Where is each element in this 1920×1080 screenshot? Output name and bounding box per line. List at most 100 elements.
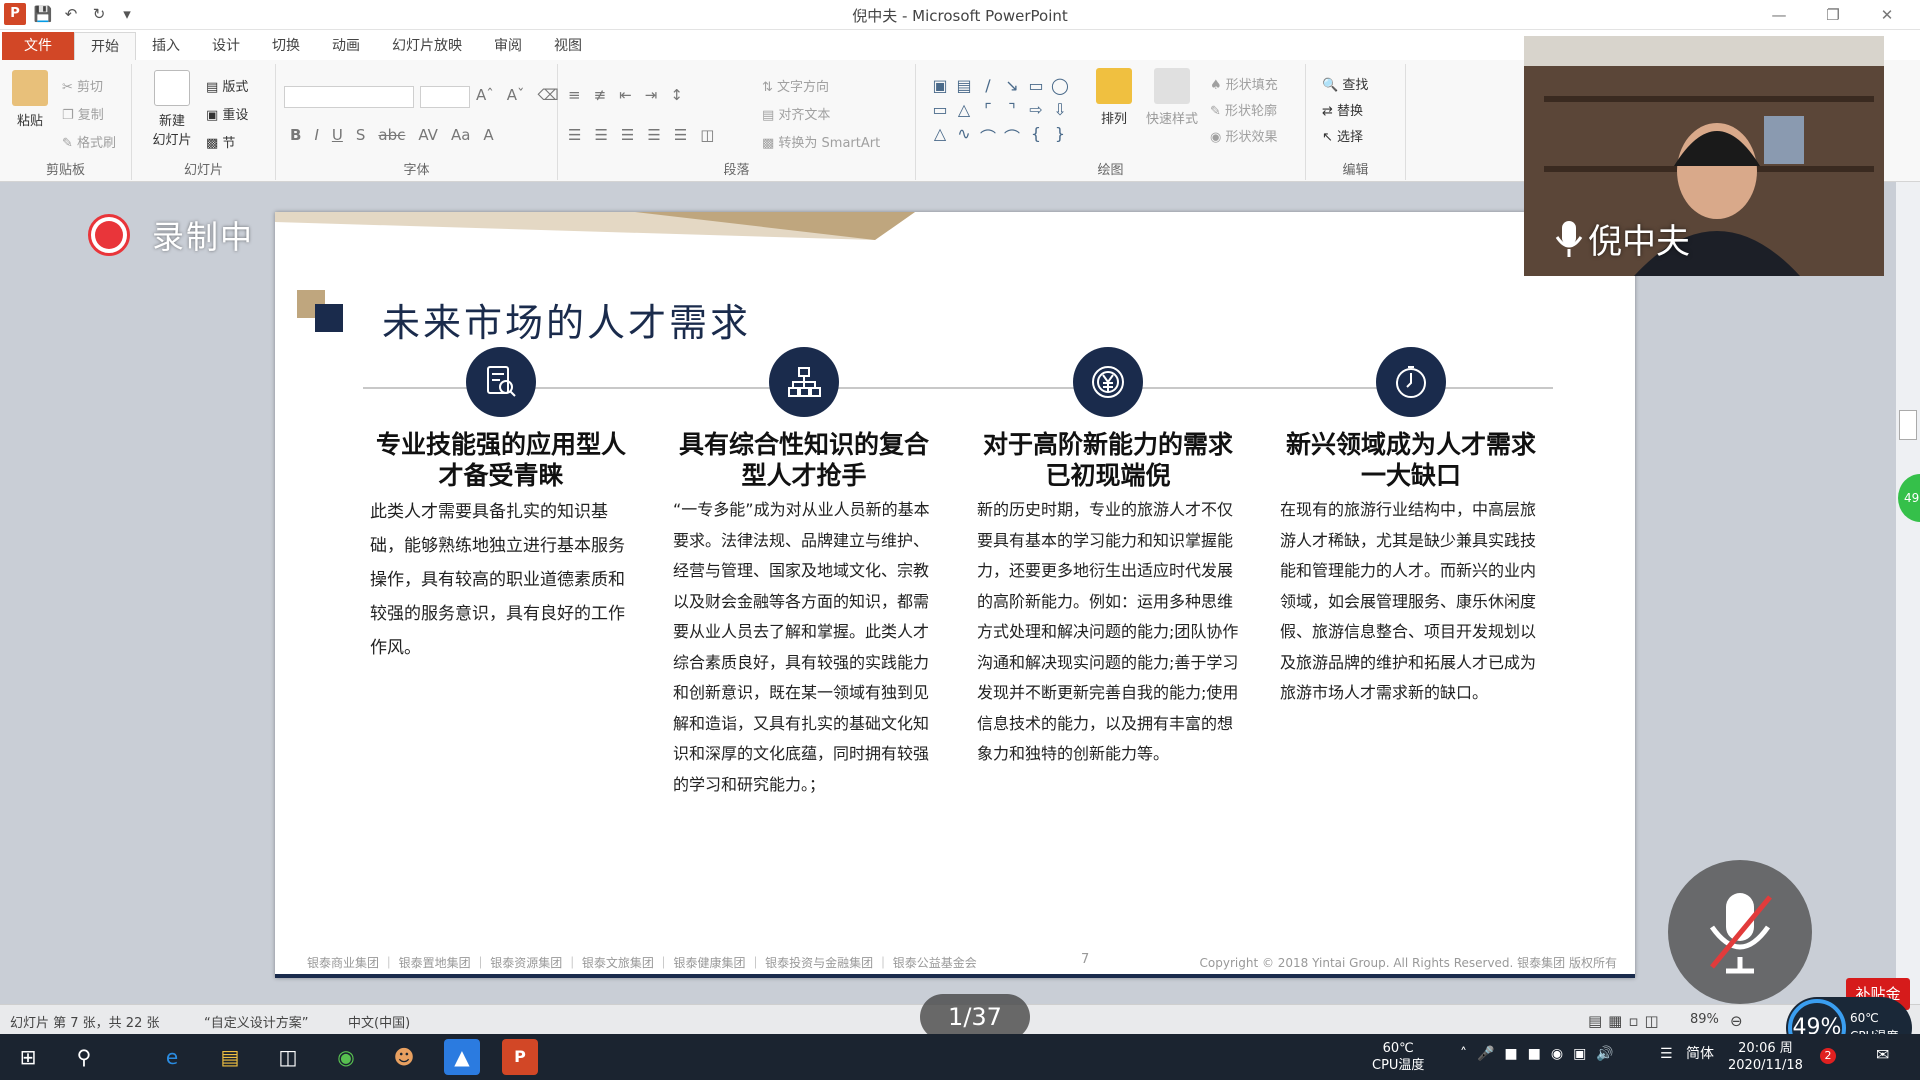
layout-button[interactable]: ▤ 版式 — [206, 76, 248, 95]
zoom-level[interactable]: 89% — [1690, 1012, 1719, 1027]
action-center-icon[interactable]: ✉ — [1876, 1046, 1889, 1063]
webcam-name: 倪中夫 — [1554, 214, 1690, 263]
column-heading: 对于高阶新能力的需求已初现端倪 — [982, 430, 1233, 490]
column-body: 此类人才需要具备扎实的知识基础，能够熟练地独立进行基本服务操作，具有较高的职业道… — [370, 502, 625, 658]
column-heading: 新兴领域成为人才需求一大缺口 — [1285, 430, 1536, 490]
browser-green-icon[interactable]: ◉ — [328, 1039, 364, 1075]
justify-icon[interactable]: ☰ — [647, 126, 660, 144]
paste-icon — [12, 70, 48, 106]
group-label: 编辑 — [1342, 163, 1369, 178]
numbering-icon[interactable]: ≢ — [594, 86, 607, 104]
arrange-button[interactable]: 排列 — [1088, 68, 1140, 127]
store-icon[interactable]: ◫ — [270, 1039, 306, 1075]
quick-styles-button[interactable]: 快速样式 — [1142, 68, 1202, 127]
minimize-button[interactable]: — — [1752, 2, 1806, 28]
wifi-icon[interactable]: ☰ — [1660, 1046, 1673, 1063]
reset-button[interactable]: ▣ 重设 — [206, 104, 248, 123]
line-spacing-icon[interactable]: ↕ — [670, 86, 683, 104]
change-case-icon[interactable]: Aa — [451, 126, 470, 144]
align-left-icon[interactable]: ☰ — [568, 126, 581, 144]
clear-format-icon[interactable]: ⌫ — [538, 86, 559, 104]
language[interactable]: 中文(中国) — [348, 1012, 410, 1031]
recording-label: 录制中 — [152, 218, 255, 256]
search-icon[interactable]: ⚲ — [66, 1039, 102, 1075]
font-name-combo[interactable] — [284, 86, 414, 108]
bold-icon[interactable]: B — [290, 126, 301, 144]
file-explorer-icon[interactable]: ▤ — [212, 1039, 248, 1075]
align-center-icon[interactable]: ☰ — [594, 126, 607, 144]
tab-transitions[interactable]: 切换 — [256, 32, 316, 60]
zoom-out-icon[interactable]: ⊖ — [1730, 1012, 1743, 1030]
slide-title: 未来市场的人才需求 — [382, 301, 752, 345]
webcam-overlay: 倪中夫 — [1524, 36, 1884, 276]
replace-button[interactable]: ⇄ 替换 — [1322, 100, 1363, 119]
column-1: 专业技能强的应用型人才备受青睐 此类人才需要具备扎实的知识基础，能够熟练地独立进… — [370, 347, 632, 665]
find-button[interactable]: 🔍 查找 — [1322, 74, 1368, 93]
copy-button[interactable]: ❐ 复制 — [62, 104, 104, 123]
slide-canvas[interactable]: 银 YINTAI 未来市场的人才需求 专业技能强的应用型人才备受青睐 此类人才需… — [275, 212, 1635, 978]
shape-effects-button[interactable]: ◉ 形状效果 — [1210, 126, 1278, 145]
increase-indent-icon[interactable]: ⇥ — [645, 86, 658, 104]
text-direction-button[interactable]: ⇅ 文字方向 — [762, 76, 829, 95]
quick-styles-icon — [1154, 68, 1190, 104]
shape-fill-button[interactable]: ♠ 形状填充 — [1210, 74, 1278, 93]
tab-view[interactable]: 视图 — [538, 32, 598, 60]
tab-design[interactable]: 设计 — [196, 32, 256, 60]
shapes-gallery[interactable]: ▣ ▤ ∕ ↘ ▭ ◯ ▭ △ ⌜ ⌝ ⇨ ⇩ △ ∿ ⌒ ⌒{} — [928, 76, 1072, 148]
notification-badge[interactable]: 2 — [1820, 1048, 1836, 1064]
grow-font-icon[interactable]: Aˆ — [476, 86, 494, 104]
column-heading: 专业技能强的应用型人才备受青睐 — [375, 430, 626, 490]
tab-file[interactable]: 文件 — [2, 32, 74, 60]
font-size-combo[interactable] — [420, 86, 470, 108]
vertical-scrollbar[interactable] — [1896, 182, 1920, 1014]
decrease-indent-icon[interactable]: ⇤ — [619, 86, 632, 104]
font-color-icon[interactable]: A — [483, 126, 493, 144]
yen-clock-icon — [1073, 347, 1143, 417]
app-avatar-icon[interactable]: ☻ — [386, 1039, 422, 1075]
smartart-button[interactable]: ▩ 转换为 SmartArt — [762, 132, 880, 151]
clock[interactable]: 20:06 周 2020/11/18 — [1728, 1040, 1803, 1074]
shape-outline-button[interactable]: ✎ 形状轮廓 — [1210, 100, 1277, 119]
italic-icon[interactable]: I — [314, 126, 318, 144]
group-label: 剪贴板 — [45, 163, 85, 178]
meeting-app-icon[interactable]: ▲ — [444, 1039, 480, 1075]
group-editing: 🔍 查找 ⇄ 替换 ↖ 选择 编辑 — [1306, 64, 1406, 180]
format-painter-button[interactable]: ✎ 格式刷 — [62, 132, 116, 151]
char-spacing-icon[interactable]: AV — [418, 126, 438, 144]
windows-start-icon[interactable]: ⊞ — [10, 1039, 46, 1075]
group-label: 幻灯片 — [183, 163, 223, 178]
restore-button[interactable]: ❐ — [1806, 2, 1860, 28]
section-button[interactable]: ▩ 节 — [206, 132, 235, 151]
close-button[interactable]: ✕ — [1860, 2, 1914, 28]
tab-animations[interactable]: 动画 — [316, 32, 376, 60]
distribute-icon[interactable]: ☰ — [674, 126, 687, 144]
view-buttons[interactable]: ▤▦▫◫ — [1588, 1012, 1665, 1030]
tray-cpu-temp: 60℃ CPU温度 — [1372, 1041, 1425, 1073]
align-text-button[interactable]: ▤ 对齐文本 — [762, 104, 830, 123]
clock-icon — [1376, 347, 1446, 417]
theme-name: “自定义设计方案” — [204, 1016, 309, 1031]
select-button[interactable]: ↖ 选择 — [1322, 126, 1363, 145]
ime-indicator[interactable]: 简体 — [1686, 1046, 1714, 1063]
mute-microphone-button[interactable] — [1668, 860, 1812, 1004]
microphone-muted-icon — [1709, 893, 1772, 974]
tab-home[interactable]: 开始 — [74, 32, 136, 60]
strikethrough-icon[interactable]: abc — [378, 126, 405, 144]
paste-button[interactable]: 粘贴 — [4, 70, 56, 129]
align-right-icon[interactable]: ☰ — [621, 126, 634, 144]
columns-icon[interactable]: ◫ — [700, 126, 714, 144]
tab-insert[interactable]: 插入 — [136, 32, 196, 60]
tab-review[interactable]: 审阅 — [478, 32, 538, 60]
underline-icon[interactable]: U — [332, 126, 343, 144]
footer-bar — [275, 974, 1635, 978]
new-slide-button[interactable]: 新建 幻灯片 — [142, 70, 202, 148]
cut-button[interactable]: ✂ 剪切 — [62, 76, 103, 95]
scroll-thumb[interactable] — [1899, 410, 1917, 440]
bullets-icon[interactable]: ≡ — [568, 86, 581, 104]
shrink-font-icon[interactable]: Aˇ — [507, 86, 525, 104]
edge-browser-icon[interactable]: e — [154, 1039, 190, 1075]
powerpoint-taskbar-icon[interactable]: P — [502, 1039, 538, 1075]
tray-icons[interactable]: ˄🎤■■◉▣🔊 — [1460, 1046, 1624, 1063]
shadow-icon[interactable]: S — [356, 126, 366, 144]
tab-slideshow[interactable]: 幻灯片放映 — [376, 32, 478, 60]
